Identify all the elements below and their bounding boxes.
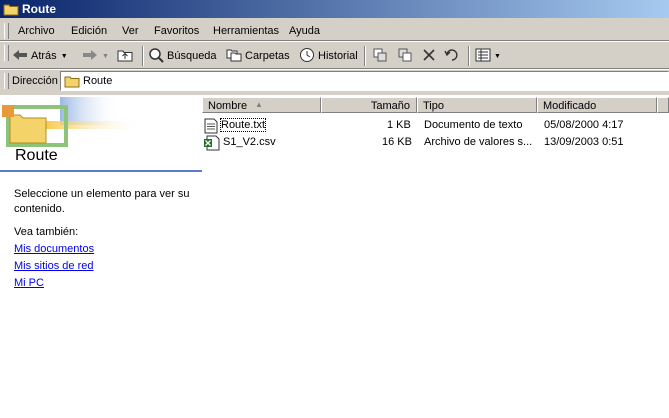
menu-archivo[interactable]: Archivo [18, 25, 55, 37]
copy-to-button[interactable] [397, 46, 413, 66]
toolbar-separator [468, 46, 470, 66]
banner-divider [0, 170, 202, 172]
delete-button[interactable] [422, 46, 436, 66]
chevron-down-icon: ▼ [102, 52, 109, 60]
address-input[interactable]: Route [60, 71, 669, 91]
file-name: S1_V2.csv [223, 136, 276, 148]
chevron-down-icon: ▼ [60, 52, 68, 60]
file-size: 1 KB [387, 119, 411, 131]
move-to-button[interactable] [372, 46, 388, 66]
file-type: Archivo de valores s... [424, 136, 533, 148]
views-button[interactable]: ▼ [475, 46, 501, 66]
file-list: Nombre ▲ Tamaño Tipo Modificado Route.tx… [202, 95, 669, 418]
search-icon [148, 47, 164, 66]
info-text: Seleccione un elemento para ver su conte… [14, 188, 190, 215]
address-label: Dirección [12, 75, 58, 87]
folder-title: Route [15, 147, 58, 164]
column-header-size[interactable]: Tamaño [321, 97, 417, 113]
forward-arrow-icon [82, 49, 98, 64]
link-mis-sitios-de-red[interactable]: Mis sitios de red [14, 260, 93, 272]
web-view-pane: Route Seleccione un elemento para ver su… [0, 95, 202, 418]
folder-banner: Route [0, 95, 202, 171]
menu-edicion[interactable]: Edición [71, 25, 107, 37]
column-header-type[interactable]: Tipo [417, 97, 537, 113]
column-header-modified[interactable]: Modificado [537, 97, 657, 113]
views-icon [475, 48, 491, 65]
content-area: Route Seleccione un elemento para ver su… [0, 95, 669, 418]
menu-bar: Archivo Edición Ver Favoritos Herramient… [0, 20, 669, 40]
table-row[interactable]: S1_V2.csv 16 KB Archivo de valores s... … [202, 134, 669, 151]
history-button[interactable]: Historial [299, 46, 358, 66]
forward-button[interactable]: ▼ [82, 46, 109, 66]
menu-herramientas[interactable]: Herramientas [213, 25, 279, 37]
undo-icon [444, 48, 460, 64]
link-mi-pc[interactable]: Mi PC [14, 277, 44, 289]
up-folder-icon [117, 48, 133, 65]
address-grip[interactable] [4, 73, 9, 89]
column-header-name[interactable]: Nombre ▲ [202, 97, 321, 113]
folders-icon [226, 48, 242, 65]
sort-ascending-icon: ▲ [255, 100, 263, 109]
up-folder-button[interactable] [117, 46, 133, 66]
undo-button[interactable] [444, 46, 460, 66]
file-modified: 13/09/2003 0:51 [544, 136, 624, 148]
toolbar-separator [142, 46, 144, 66]
see-also-label: Vea también: [14, 226, 79, 238]
file-type: Documento de texto [424, 119, 523, 131]
move-to-icon [372, 47, 388, 66]
delete-icon [422, 48, 436, 65]
link-mis-documentos[interactable]: Mis documentos [14, 243, 94, 255]
history-icon [299, 47, 315, 66]
menu-grip[interactable] [4, 23, 9, 39]
folder-icon [64, 74, 80, 91]
copy-to-icon [397, 47, 413, 66]
csv-file-icon [204, 135, 220, 154]
file-name: Route.txt [219, 118, 267, 132]
folders-button[interactable]: Carpetas [226, 46, 290, 66]
file-modified: 05/08/2000 4:17 [544, 119, 624, 131]
menu-ayuda[interactable]: Ayuda [289, 25, 320, 37]
toolbar-separator [364, 46, 366, 66]
table-row[interactable]: Route.txt 1 KB Documento de texto 05/08/… [202, 117, 669, 134]
see-also-links: Mis documentos Mis sitios de red Mi PC [14, 243, 94, 294]
title-bar[interactable]: Route [0, 0, 669, 18]
search-button[interactable]: Búsqueda [148, 46, 217, 66]
address-bar: Dirección Route [0, 70, 669, 92]
window-title: Route [22, 2, 56, 16]
file-size: 16 KB [382, 136, 412, 148]
back-button[interactable]: Atrás ▼ [12, 46, 68, 66]
menu-ver[interactable]: Ver [122, 25, 139, 37]
address-value: Route [83, 75, 113, 87]
back-arrow-icon [12, 49, 28, 64]
chevron-down-icon: ▼ [494, 52, 501, 60]
folder-icon [3, 2, 19, 19]
menu-favoritos[interactable]: Favoritos [154, 25, 199, 37]
column-header-filler [657, 97, 669, 113]
toolbar: Atrás ▼ ▼ Búsqueda Carpetas Historial ▼ [0, 42, 669, 68]
toolbar-grip[interactable] [4, 45, 9, 61]
